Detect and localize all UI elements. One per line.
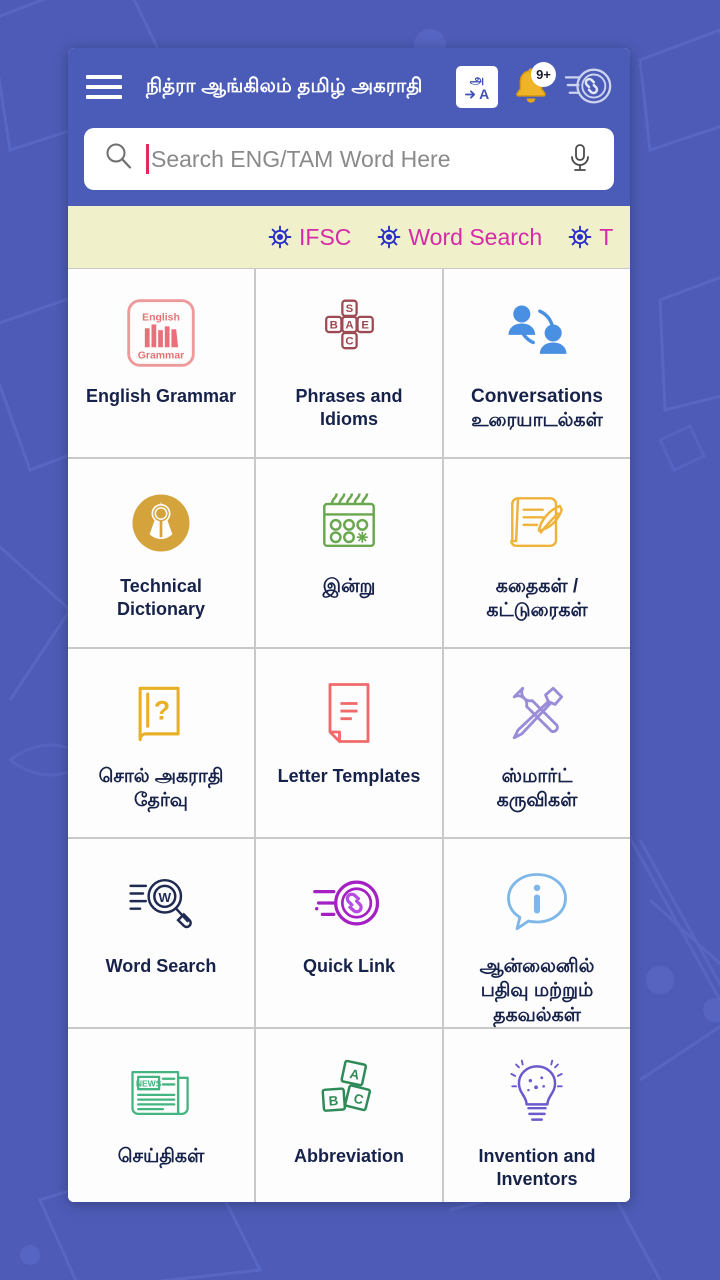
english-grammar-icon [123,291,199,375]
tile-lightbulb-idea[interactable]: Invention and Inventors [444,1029,630,1202]
tile-label: Abbreviation [293,1146,404,1166]
tile-conversation-people[interactable]: Conversations உரையாடல்கள் [444,269,630,457]
translate-source-char: அ [469,72,485,87]
ticker-item-label: T [599,223,614,250]
target-icon [568,225,592,249]
tile-label: கதைகள் / கட்டுரைகள் [486,576,588,622]
tile-label: Letter Templates [277,766,421,786]
technical-dictionary-emblem-icon [123,481,199,565]
newspaper-icon [123,1051,199,1135]
tile-question-book[interactable]: சொல் அகராதி தேர்வு [68,649,254,837]
scrolling-ticker-bar: IFSC Word Search T [68,206,630,268]
tile-technical-dictionary-emblem[interactable]: Technical Dictionary [68,459,254,647]
tile-label: ஸ்மார்ட் கருவிகள் [496,766,578,812]
info-speech-bubble-icon [499,861,575,945]
quick-link-icon[interactable] [564,62,614,112]
app-window: நித்ரா ஆங்கிலம் தமிழ் அகராதி அ A 9+ Sear… [68,48,630,1202]
tile-word-search-magnifier[interactable]: Word Search [68,839,254,1027]
tile-english-grammar[interactable]: English Grammar [68,269,254,457]
scroll-quill-icon [499,481,575,565]
tile-calendar[interactable]: இன்று [256,459,442,647]
tile-label: ஆன்லைனில் பதிவு மற்றும் தகவல்கள் [479,956,595,1026]
translate-target-char: A [464,87,489,101]
target-icon [268,225,292,249]
word-search-magnifier-icon [123,861,199,945]
tile-label: Quick Link [302,956,396,976]
text-cursor [146,144,149,174]
tile-label: Technical Dictionary [116,576,206,620]
magnifier-icon [102,140,136,179]
question-book-icon [123,671,199,755]
ticker-item-label: IFSC [299,223,352,250]
tile-abc-blocks[interactable]: Abbreviation [256,1029,442,1202]
tile-label: செய்திகள் [117,1146,205,1167]
app-header: நித்ரா ஆங்கிலம் தமிழ் அகராதி அ A 9+ Sear… [68,48,630,206]
tile-info-speech-bubble[interactable]: ஆன்லைனில் பதிவு மற்றும் தகவல்கள் [444,839,630,1027]
hamburger-menu-icon[interactable] [84,70,124,104]
ticker-item-ifsc[interactable]: IFSC [268,224,351,251]
app-title: நித்ரா ஆங்கிலம் தமிழ் அகராதி [146,75,423,98]
quick-link-circle-icon [311,861,387,945]
tile-label: Phrases and Idioms [295,386,403,430]
header-actions: அ A 9+ [456,62,614,112]
tile-label: English Grammar [85,386,237,406]
tile-tools[interactable]: ஸ்மார்ட் கருவிகள் [444,649,630,837]
microphone-icon[interactable] [564,140,596,179]
target-icon [377,225,401,249]
tile-scroll-quill[interactable]: கதைகள் / கட்டுரைகள் [444,459,630,647]
search-input[interactable]: Search ENG/TAM Word Here [146,144,554,174]
tile-newspaper[interactable]: செய்திகள் [68,1029,254,1202]
feature-tile-grid: English Grammar Phrases and Idioms Convers… [68,268,630,1202]
abc-blocks-icon [311,1051,387,1135]
ticker-item-label: Word Search [408,223,543,250]
tools-icon [499,671,575,755]
translate-icon[interactable]: அ A [456,66,498,108]
ticker-item-word-search[interactable]: Word Search [377,224,542,251]
search-placeholder: Search ENG/TAM Word Here [151,145,451,172]
search-bar[interactable]: Search ENG/TAM Word Here [84,128,614,190]
tile-label: Conversations உரையாடல்கள் [471,386,603,432]
crossword-icon [311,291,387,375]
lightbulb-idea-icon [499,1051,575,1135]
letter-document-icon [311,671,387,755]
tile-label: இன்று [322,576,376,597]
tile-letter-document[interactable]: Letter Templates [256,649,442,837]
notification-badge: 9+ [531,62,556,87]
tile-label: Word Search [105,956,217,976]
bell-icon[interactable]: 9+ [508,62,556,110]
tile-quick-link-circle[interactable]: Quick Link [256,839,442,1027]
conversation-people-icon [499,291,575,375]
tile-label: சொல் அகராதி தேர்வு [98,766,224,812]
tile-crossword[interactable]: Phrases and Idioms [256,269,442,457]
tile-label: Invention and Inventors [478,1146,596,1190]
ticker-item-t[interactable]: T [568,224,613,251]
calendar-icon [311,481,387,565]
